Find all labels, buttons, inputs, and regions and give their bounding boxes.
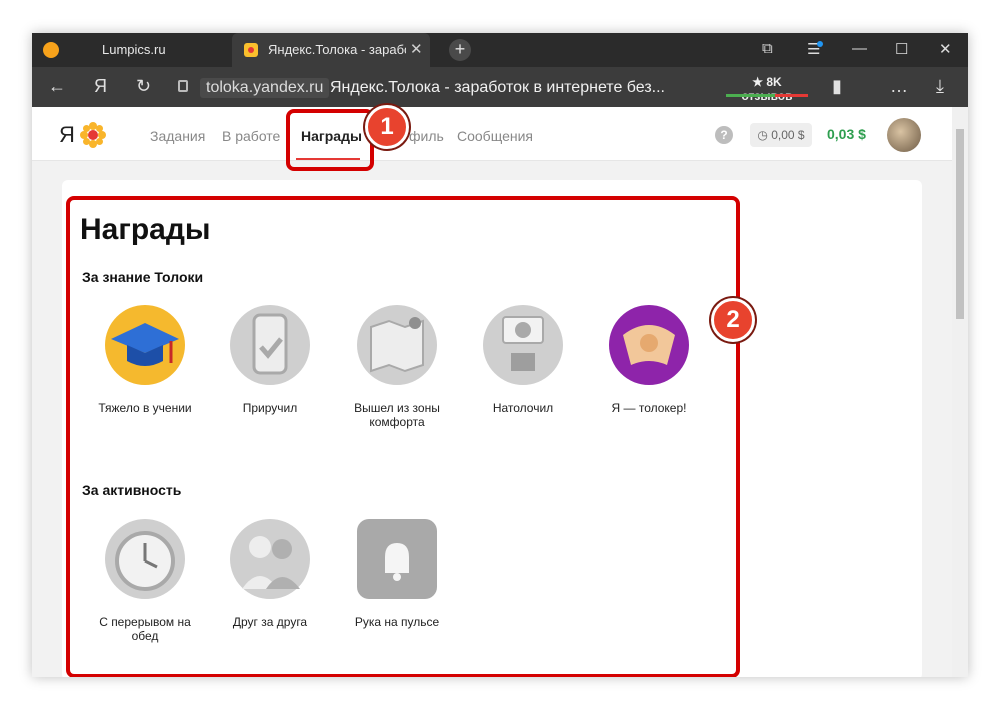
avatar[interactable] [887,118,921,152]
bookmarks-panel-icon[interactable]: ⧉ [762,40,773,57]
more-icon[interactable]: … [890,76,908,97]
tab-label: Lumpics.ru [102,42,166,57]
close-tab-icon[interactable]: ✕ [410,40,423,58]
account-balance[interactable]: 0,03 $ [827,126,866,142]
scrollbar-thumb[interactable] [956,129,964,319]
highlight-box-rewards-tab [286,109,374,171]
bookmark-icon[interactable]: ▮ [832,76,842,97]
reload-icon[interactable]: ↻ [136,76,151,97]
nav-messages[interactable]: Сообщения [457,128,533,144]
nav-in-progress[interactable]: В работе [222,128,280,144]
tab-lumpics[interactable]: Lumpics.ru [32,33,232,67]
toloka-favicon-icon [244,43,258,57]
highlight-box-rewards-content [66,196,740,677]
minimize-icon[interactable]: — [852,40,867,57]
notification-dot [817,41,823,47]
nav-tasks[interactable]: Задания [150,128,205,144]
nav-profile[interactable]: филь [409,128,444,144]
pending-balance[interactable]: ◷ 0,00 $ [750,123,812,147]
url-page-title[interactable]: Яндекс.Толока - заработок в интернете бе… [330,79,665,97]
url-domain[interactable]: toloka.yandex.ru [200,78,330,98]
toloka-flower-icon [80,122,106,148]
maximize-icon[interactable]: ☐ [895,40,908,58]
help-icon[interactable]: ? [715,126,733,144]
download-icon[interactable]: ⤓ [936,76,944,97]
close-window-icon[interactable]: ✕ [939,40,952,58]
browser-window: Lumpics.ru Яндекс.Толока - зарабо ✕ + ⧉ … [32,33,968,677]
yandex-button[interactable]: Я [94,76,107,97]
new-tab-button[interactable]: + [449,39,471,61]
yandex-logo[interactable]: Я [59,122,75,148]
lock-icon [178,80,188,92]
tab-toloka[interactable]: Яндекс.Толока - зарабо ✕ [232,33,430,67]
tab-label: Яндекс.Толока - зарабо [268,42,406,57]
tab-bar: Lumpics.ru Яндекс.Толока - зарабо ✕ + ⧉ … [32,33,968,67]
callout-number-2: 2 [711,298,755,342]
lumpics-favicon-icon [43,42,59,58]
reviews-rating-bar [726,94,808,97]
back-icon[interactable]: ← [48,76,66,97]
callout-number-1: 1 [365,105,409,149]
